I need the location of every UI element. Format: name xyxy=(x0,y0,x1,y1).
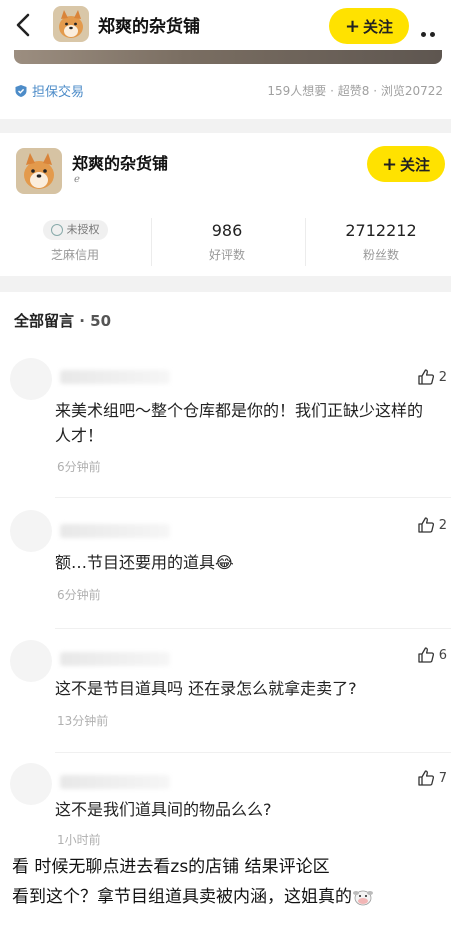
section-divider xyxy=(0,119,451,133)
fans-stat[interactable]: 2712212 粉丝数 xyxy=(306,220,451,263)
commenter-name[interactable] xyxy=(60,370,170,384)
comment-time: 6分钟前 xyxy=(57,588,101,602)
comment-divider xyxy=(55,628,451,629)
follow-label: 关注 xyxy=(363,17,394,36)
comment-item: 6 这不是节目道具吗 还在录怎么就拿走卖了? 13分钟前 xyxy=(0,632,451,742)
like-count: 7 xyxy=(438,770,447,786)
thumbs-up-icon xyxy=(418,369,434,385)
caption-line-1: 看 时候无聊点进去看zs的店铺 结果评论区 xyxy=(12,857,330,877)
guarantee-badge[interactable]: 担保交易 xyxy=(14,81,84,100)
like-button[interactable]: 2 xyxy=(417,368,447,386)
like-count: 2 xyxy=(438,369,447,385)
shop-avatar[interactable] xyxy=(16,148,62,194)
credit-icon xyxy=(50,224,63,236)
comment-item: 2 来美术组吧～整个仓库都是你的！我们正缺少这样的 人才！ 6分钟前 xyxy=(0,350,451,485)
section-divider xyxy=(0,276,451,292)
like-button[interactable]: 6 xyxy=(417,646,447,664)
thumbs-up-icon xyxy=(418,517,434,533)
more-options-icon[interactable] xyxy=(421,22,447,56)
top-nav-bar: 郑爽的杂货铺 + 关注 xyxy=(0,0,451,56)
shop-name-header[interactable]: 郑爽的杂货铺 xyxy=(98,12,200,37)
fans-value: 2712212 xyxy=(345,221,417,240)
commenter-avatar[interactable] xyxy=(10,510,52,552)
commenter-avatar[interactable] xyxy=(10,763,52,805)
comment-time: 1小时前 xyxy=(57,833,101,847)
shop-name[interactable]: 郑爽的杂货铺 xyxy=(72,150,168,174)
credit-badge: 未授权 xyxy=(42,220,108,240)
commenter-name[interactable] xyxy=(60,652,170,666)
shop-subtitle: ℯ xyxy=(74,174,80,185)
cow-emoji-icon xyxy=(353,890,373,906)
caption-line-2-text: 看到这个？拿节目组道具卖被内涵，这姐真的 xyxy=(12,887,352,907)
comments-title: 全部留言 xyxy=(14,312,75,330)
follow-button[interactable]: + 关注 xyxy=(367,146,445,182)
shop-avatar-small[interactable] xyxy=(53,6,89,42)
like-count: 6 xyxy=(438,647,447,663)
follow-button-header[interactable]: + 关注 xyxy=(329,8,409,44)
thumbs-up-icon xyxy=(418,770,434,786)
comment-text: 这不是节目道具吗 还在录怎么就拿走卖了? xyxy=(55,679,357,698)
listing-stats: 159人想要 · 超赞8 · 浏览20722 xyxy=(267,84,443,98)
comment-text: 这不是我们道具间的物品么么? xyxy=(55,800,272,819)
plus-icon: + xyxy=(344,15,361,37)
comment-divider xyxy=(55,752,451,753)
comment-item: 2 额…节目还要用的道具😂 6分钟前 xyxy=(0,500,451,615)
comments-count: · 50 xyxy=(74,312,112,330)
shield-icon xyxy=(15,84,27,97)
commenter-name[interactable] xyxy=(60,524,170,538)
comment-text: 额…节目还要用的道具😂 xyxy=(55,553,234,572)
like-count: 2 xyxy=(438,517,447,533)
credit-stat[interactable]: 未授权 芝麻信用 xyxy=(0,220,150,263)
post-caption: 看 时候无聊点进去看zs的店铺 结果评论区 看到这个？拿节目组道具卖被内涵，这姐… xyxy=(12,852,444,912)
comment-divider xyxy=(55,497,451,498)
back-icon[interactable] xyxy=(10,10,38,40)
follow-label: 关注 xyxy=(400,155,431,174)
like-button[interactable]: 2 xyxy=(417,516,447,534)
commenter-avatar[interactable] xyxy=(10,358,52,400)
listing-image-strip xyxy=(14,50,442,64)
rating-stat[interactable]: 986 好评数 xyxy=(152,220,302,263)
plus-icon: + xyxy=(381,153,398,175)
guarantee-label: 担保交易 xyxy=(32,85,85,100)
like-button[interactable]: 7 xyxy=(417,769,447,787)
comment-time: 6分钟前 xyxy=(57,460,101,474)
comment-time: 13分钟前 xyxy=(57,714,109,728)
credit-label: 芝麻信用 xyxy=(50,248,99,262)
comment-text: 来美术组吧～整个仓库都是你的！我们正缺少这样的 人才！ xyxy=(55,401,424,445)
fans-label: 粉丝数 xyxy=(362,248,399,262)
commenter-name[interactable] xyxy=(60,775,170,789)
comment-item: 7 这不是我们道具间的物品么么? 1小时前 xyxy=(0,755,451,847)
caption-line-2: 看到这个？拿节目组道具卖被内涵，这姐真的 xyxy=(12,882,444,912)
comments-heading: 全部留言 · 50 xyxy=(14,310,111,331)
credit-badge-label: 未授权 xyxy=(66,223,100,236)
commenter-avatar[interactable] xyxy=(10,640,52,682)
rating-value: 986 xyxy=(211,221,243,240)
thumbs-up-icon xyxy=(418,647,434,663)
rating-label: 好评数 xyxy=(208,248,245,262)
